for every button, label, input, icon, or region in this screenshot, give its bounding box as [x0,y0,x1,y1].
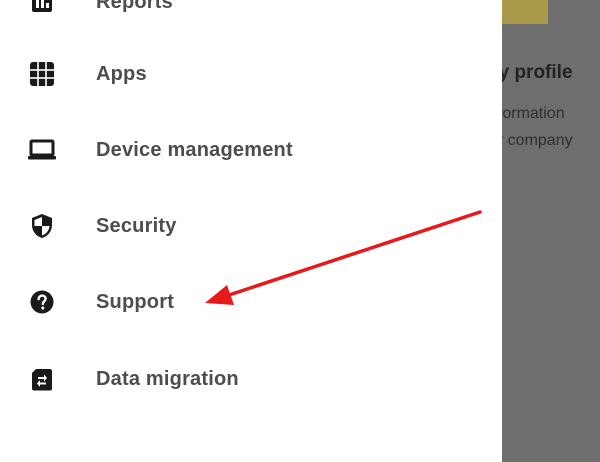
data-migration-icon [28,365,56,393]
sidebar-item-label: Security [96,214,177,237]
sidebar-item-label: Device management [96,138,293,161]
help-circle-icon [28,288,56,316]
reports-icon [28,0,56,16]
shield-icon [28,212,56,240]
sidebar-item-label: Support [96,290,175,313]
sidebar-item-security[interactable]: Security [0,196,502,256]
sidebar-item-device-management[interactable]: Device management [0,120,502,180]
sidebar-item-label: Apps [96,62,147,85]
sidebar-item-label: Data migration [96,367,239,390]
sidebar-item-label: Reports [96,0,173,13]
background-accent-block [500,0,548,24]
sidebar-item-reports[interactable]: Reports [0,0,502,32]
sidebar-item-apps[interactable]: Apps [0,44,502,104]
navigation-drawer: Reports Apps Device management Security … [0,0,502,462]
sidebar-item-support[interactable]: Support [0,272,502,332]
laptop-icon [28,136,56,164]
apps-grid-icon [28,60,56,88]
sidebar-item-data-migration[interactable]: Data migration [0,349,502,409]
